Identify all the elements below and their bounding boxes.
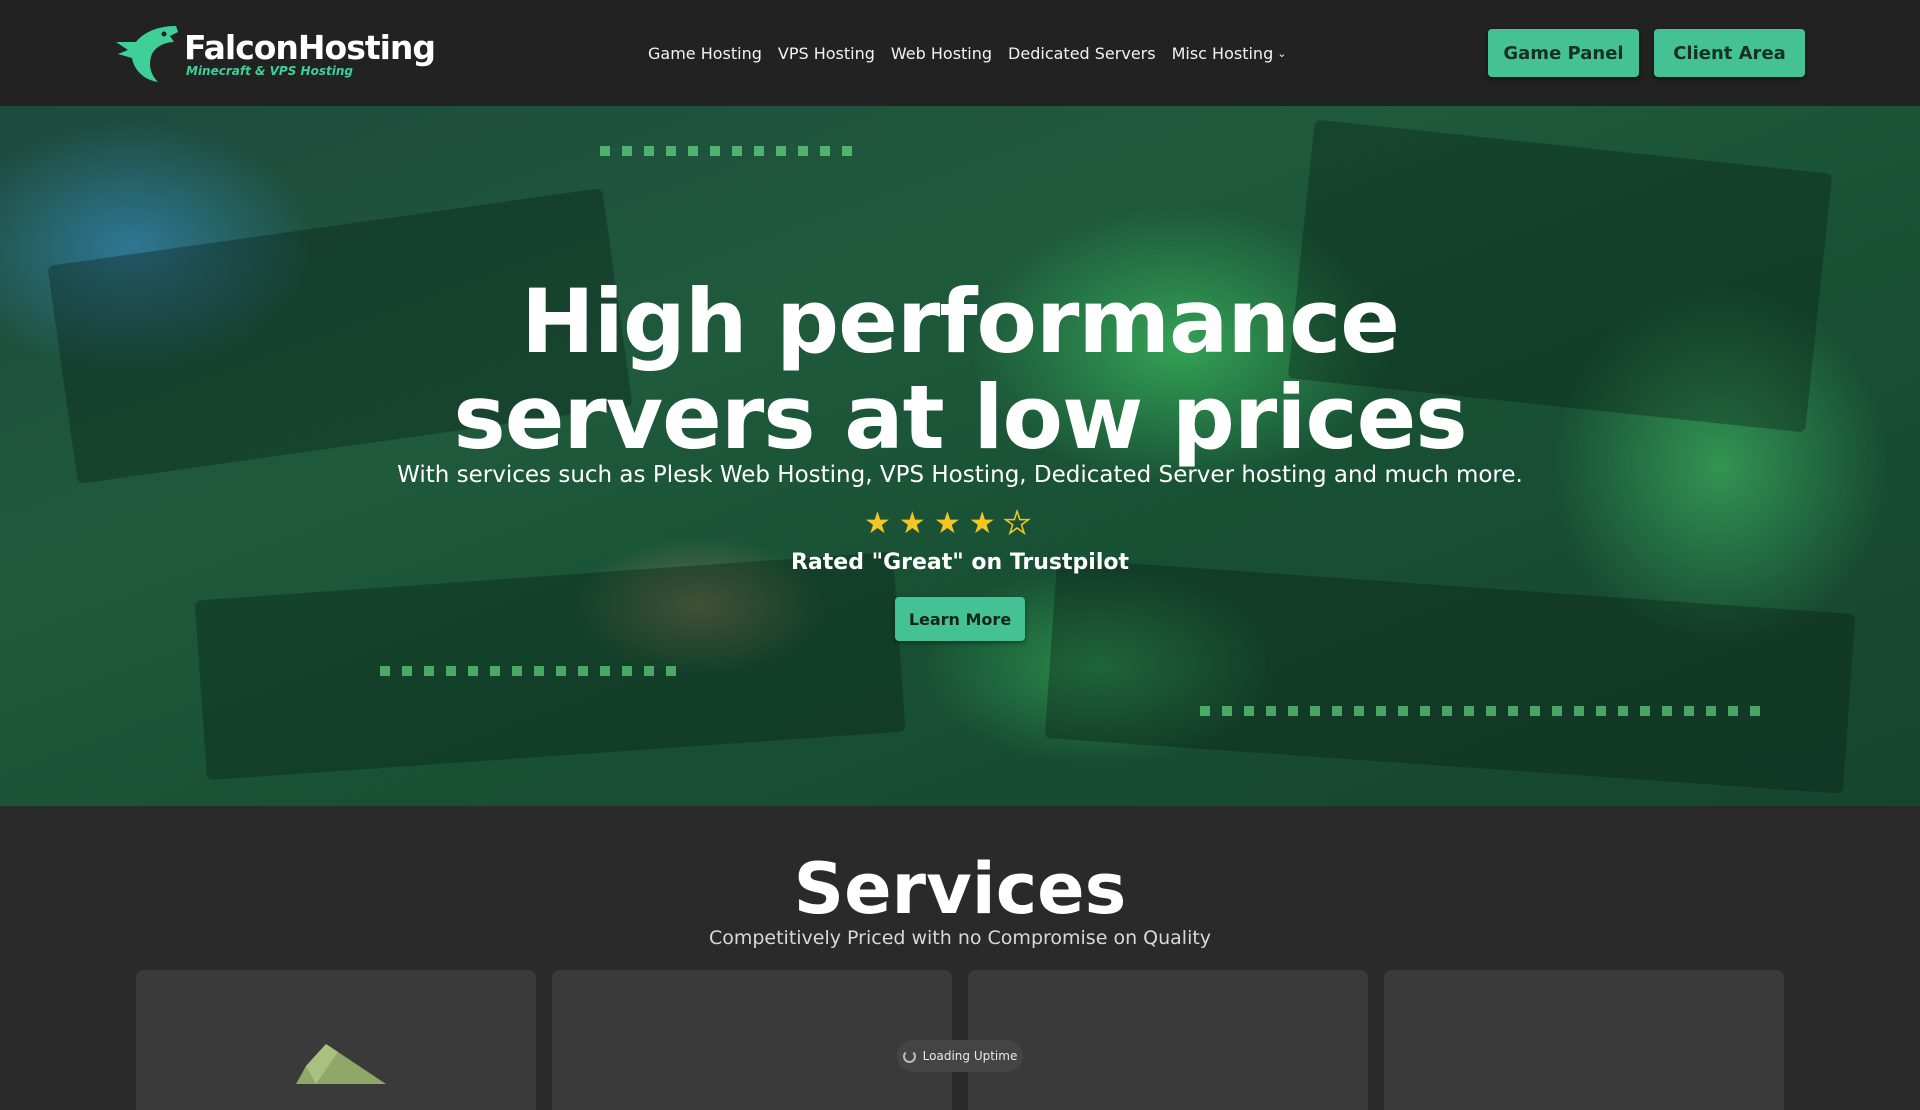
star-outline-icon: ★ [1003,505,1031,542]
brand-logo[interactable]: FalconHosting Minecraft & VPS Hosting [114,22,436,84]
star-icon: ★ [968,506,996,541]
service-card[interactable] [968,970,1368,1110]
hero-content: High performance servers at low prices W… [0,106,1920,806]
nav-dedicated-servers[interactable]: Dedicated Servers [1008,44,1156,63]
loading-spinner-icon [902,1049,916,1063]
star-icon: ★ [933,506,961,541]
nav-web-hosting[interactable]: Web Hosting [891,44,992,63]
service-card[interactable] [552,970,952,1110]
service-card[interactable] [136,970,536,1110]
uptime-label: Loading Uptime [922,1049,1018,1063]
nav-game-hosting[interactable]: Game Hosting [648,44,762,63]
uptime-status-pill: Loading Uptime [897,1040,1023,1072]
nav-label: Web Hosting [890,43,993,63]
nav-misc-hosting[interactable]: Misc Hosting ⌄ [1172,44,1287,63]
site-header: FalconHosting Minecraft & VPS Hosting Ga… [0,0,1920,106]
services-subtitle: Competitively Priced with no Compromise … [708,927,1212,949]
rating-text: Rated "Great" on Trustpilot [790,550,1129,575]
chevron-down-icon: ⌄ [1277,46,1287,60]
nav-label: Misc Hosting [1171,43,1274,63]
star-icon: ★ [898,506,926,541]
hero-title-line-2: servers at low prices [453,366,1467,469]
game-panel-button[interactable]: Game Panel [1488,29,1639,77]
nav-label: VPS Hosting [777,43,875,63]
hero-section: High performance servers at low prices W… [0,106,1920,806]
learn-more-button[interactable]: Learn More [895,597,1025,641]
hero-title-line-1: High performance [521,270,1400,373]
nav-vps-hosting[interactable]: VPS Hosting [778,44,875,63]
service-card-image [296,1044,386,1084]
star-icon: ★ [864,506,891,541]
nav-label: Dedicated Servers [1008,43,1156,63]
hero-subtitle: With services such as Plesk Web Hosting,… [397,462,1523,488]
rating-stars: ★ ★ ★ ★ ★ [864,505,1054,542]
falcon-icon [116,26,178,82]
services-title: Services [793,848,1127,930]
brand-tagline: Minecraft & VPS Hosting [186,64,353,78]
nav-label: Game Hosting [648,43,762,63]
service-card[interactable] [1384,970,1784,1110]
brand-name: FalconHosting [184,28,436,67]
client-area-button[interactable]: Client Area [1654,29,1805,77]
main-nav: Game Hosting VPS Hosting Web Hosting Ded… [648,0,1286,106]
